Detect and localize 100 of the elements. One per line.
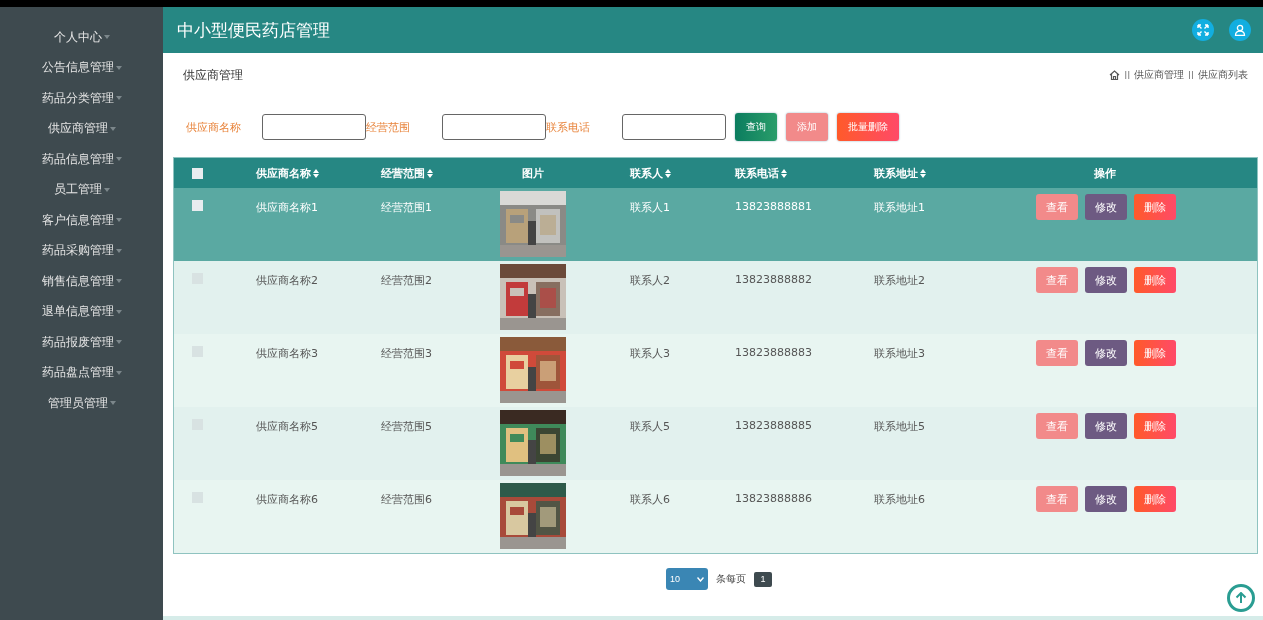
caret-icon xyxy=(115,96,122,101)
table-cell-text: 经营范围3 xyxy=(380,346,433,362)
table-cell-text: 经营范围2 xyxy=(380,273,433,289)
breadcrumb-separator: II xyxy=(1124,69,1131,81)
table-row[interactable]: 供应商名称6 经营范围6 联系人6 13823888886 联系地址6 查看 修改 删除 xyxy=(174,480,1257,553)
breadcrumb-link[interactable]: 供应商管理 xyxy=(1134,68,1185,82)
table-cell-text: 13823888883 xyxy=(734,345,813,361)
table-cell-text: 联系地址2 xyxy=(873,273,926,289)
expand-icon xyxy=(1197,24,1209,36)
table-cell-text: 供应商名称5 xyxy=(255,419,319,435)
sidebar-item[interactable]: 退单信息管理 xyxy=(41,296,122,327)
table-row[interactable]: 供应商名称5 经营范围5 联系人5 13823888885 联系地址5 查看 修改 删除 xyxy=(174,407,1257,480)
edit-button[interactable]: 修改 xyxy=(1085,340,1127,366)
table-cell-text: 联系地址1 xyxy=(873,200,926,216)
table-cell-text: 联系人5 xyxy=(629,419,671,435)
sidebar-item[interactable]: 个人中心 xyxy=(53,22,110,53)
caret-icon xyxy=(103,187,110,192)
table-cell-text: 联系地址3 xyxy=(873,346,926,362)
table-row[interactable]: 供应商名称2 经营范围2 联系人2 13823888882 联系地址2 查看 修改 删除 xyxy=(174,261,1257,334)
column-header: 图片 xyxy=(521,165,545,181)
page-size-select[interactable]: 10 xyxy=(666,568,708,590)
table-cell-text: 13823888882 xyxy=(734,272,813,288)
sort-icon xyxy=(781,168,787,178)
table-cell-text: 供应商名称6 xyxy=(255,492,319,508)
table-cell-text: 供应商名称1 xyxy=(255,200,319,216)
delete-button[interactable]: 删除 xyxy=(1134,413,1176,439)
caret-icon xyxy=(115,248,122,253)
sidebar-item[interactable]: 药品分类管理 xyxy=(41,83,122,114)
table-cell-text: 供应商名称2 xyxy=(255,273,319,289)
caret-icon xyxy=(115,218,122,223)
table-cell-text: 经营范围6 xyxy=(380,492,433,508)
caret-icon xyxy=(109,401,116,406)
table-cell-text: 联系地址5 xyxy=(873,419,926,435)
column-header[interactable]: 供应商名称 xyxy=(256,165,311,181)
select-all-checkbox[interactable] xyxy=(192,167,203,179)
edit-button[interactable]: 修改 xyxy=(1085,486,1127,512)
page-button[interactable]: 1 xyxy=(754,571,772,587)
fullscreen-button[interactable] xyxy=(1192,19,1214,41)
table-row[interactable]: 供应商名称3 经营范围3 联系人3 13823888883 联系地址3 查看 修改 删除 xyxy=(174,334,1257,407)
search-field[interactable] xyxy=(262,114,366,140)
table-cell-text: 13823888886 xyxy=(734,491,813,507)
table-cell-text: 联系人6 xyxy=(629,492,671,508)
home-icon[interactable] xyxy=(1109,70,1121,80)
caret-icon xyxy=(109,126,116,131)
page-title: 供应商管理 xyxy=(183,66,243,84)
sidebar-item[interactable]: 药品采购管理 xyxy=(41,235,122,266)
sidebar-item[interactable]: 销售信息管理 xyxy=(41,266,122,297)
sidebar-item[interactable]: 药品信息管理 xyxy=(41,144,122,175)
sidebar-item[interactable]: 药品盘点管理 xyxy=(41,357,122,388)
table-cell-text: 联系人2 xyxy=(629,273,671,289)
sidebar-item[interactable]: 供应商管理 xyxy=(47,113,116,144)
user-icon xyxy=(1234,24,1246,36)
column-header[interactable]: 经营范围 xyxy=(381,165,425,181)
delete-button[interactable]: 删除 xyxy=(1134,340,1176,366)
user-button[interactable] xyxy=(1229,19,1251,41)
delete-button[interactable]: 删除 xyxy=(1134,486,1176,512)
delete-button[interactable]: 删除 xyxy=(1134,194,1176,220)
arrow-up-icon xyxy=(1235,592,1247,604)
field-label: 供应商名称 xyxy=(186,119,242,135)
table-row[interactable]: 供应商名称1 经营范围1 联系人1 13823888881 联系地址1 查看 修改 删除 xyxy=(174,188,1257,261)
sidebar-item[interactable]: 公告信息管理 xyxy=(41,52,122,83)
row-checkbox[interactable] xyxy=(192,200,203,211)
caret-icon xyxy=(115,65,122,70)
table-cell-text: 联系地址6 xyxy=(873,492,926,508)
table-cell-text: 13823888881 xyxy=(734,199,813,215)
caret-icon xyxy=(103,35,110,40)
caret-icon xyxy=(115,157,122,162)
sort-icon xyxy=(427,168,433,178)
sidebar-item[interactable]: 药品报废管理 xyxy=(41,327,122,358)
delete-button[interactable]: 删除 xyxy=(1134,267,1176,293)
column-header[interactable]: 联系地址 xyxy=(874,165,918,181)
edit-button[interactable]: 修改 xyxy=(1085,194,1127,220)
search-button[interactable]: 查询 xyxy=(735,113,777,141)
search-field[interactable] xyxy=(622,114,726,140)
search-field[interactable] xyxy=(442,114,546,140)
sort-icon xyxy=(665,168,671,178)
field-label: 经营范围 xyxy=(366,119,411,135)
caret-icon xyxy=(115,370,122,375)
caret-icon xyxy=(115,340,122,345)
column-header: 操作 xyxy=(1093,165,1117,181)
batch-delete-button[interactable]: 批量删除 xyxy=(837,113,899,141)
sort-icon xyxy=(920,168,926,178)
column-header[interactable]: 联系人 xyxy=(630,165,663,181)
caret-icon xyxy=(115,309,122,314)
table-cell-text: 联系人3 xyxy=(629,346,671,362)
table-cell-text: 供应商名称3 xyxy=(255,346,319,362)
edit-button[interactable]: 修改 xyxy=(1085,267,1127,293)
sidebar-item[interactable]: 管理员管理 xyxy=(47,388,116,419)
table-cell-text: 13823888885 xyxy=(734,418,813,434)
table-cell-text: 联系人1 xyxy=(629,200,671,216)
caret-icon xyxy=(115,279,122,284)
column-header[interactable]: 联系电话 xyxy=(735,165,779,181)
edit-button[interactable]: 修改 xyxy=(1085,413,1127,439)
sort-icon xyxy=(313,168,319,178)
field-label: 联系电话 xyxy=(546,119,591,135)
table-cell-text: 经营范围1 xyxy=(380,200,433,216)
breadcrumb-link[interactable]: 供应商列表 xyxy=(1198,68,1248,82)
sidebar-item[interactable]: 员工管理 xyxy=(53,174,110,205)
sidebar-item[interactable]: 客户信息管理 xyxy=(41,205,122,236)
breadcrumb-separator: II xyxy=(1188,69,1194,81)
